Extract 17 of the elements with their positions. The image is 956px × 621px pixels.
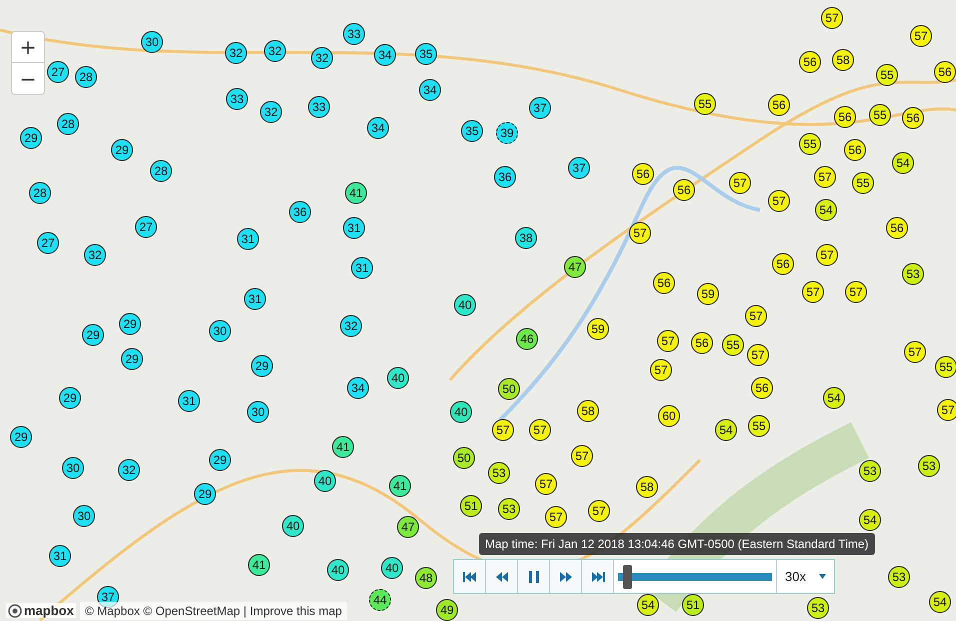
caret-icon <box>819 574 826 579</box>
mapbox-logo-icon <box>8 604 22 618</box>
fast-forward-button[interactable] <box>550 560 582 593</box>
rewind-button[interactable] <box>486 560 518 593</box>
pause-icon <box>528 570 538 582</box>
logo-text: mapbox <box>24 603 74 618</box>
pause-button[interactable] <box>518 560 550 593</box>
fast-forward-icon <box>558 570 572 582</box>
skip-back-button[interactable] <box>454 560 486 593</box>
map-time-label: Map time: Fri Jan 12 2018 13:04:46 GMT-0500 (Eastern Standard Time) <box>479 533 875 555</box>
skip-back-icon <box>462 570 476 582</box>
skip-forward-button[interactable] <box>582 560 614 593</box>
attribution-text: © Mapbox © OpenStreetMap | Improve this map <box>80 602 347 620</box>
skip-forward-icon <box>590 570 604 582</box>
rewind-icon <box>494 570 508 582</box>
mapbox-logo[interactable]: mapbox <box>6 603 76 618</box>
slider-thumb[interactable] <box>622 564 632 588</box>
